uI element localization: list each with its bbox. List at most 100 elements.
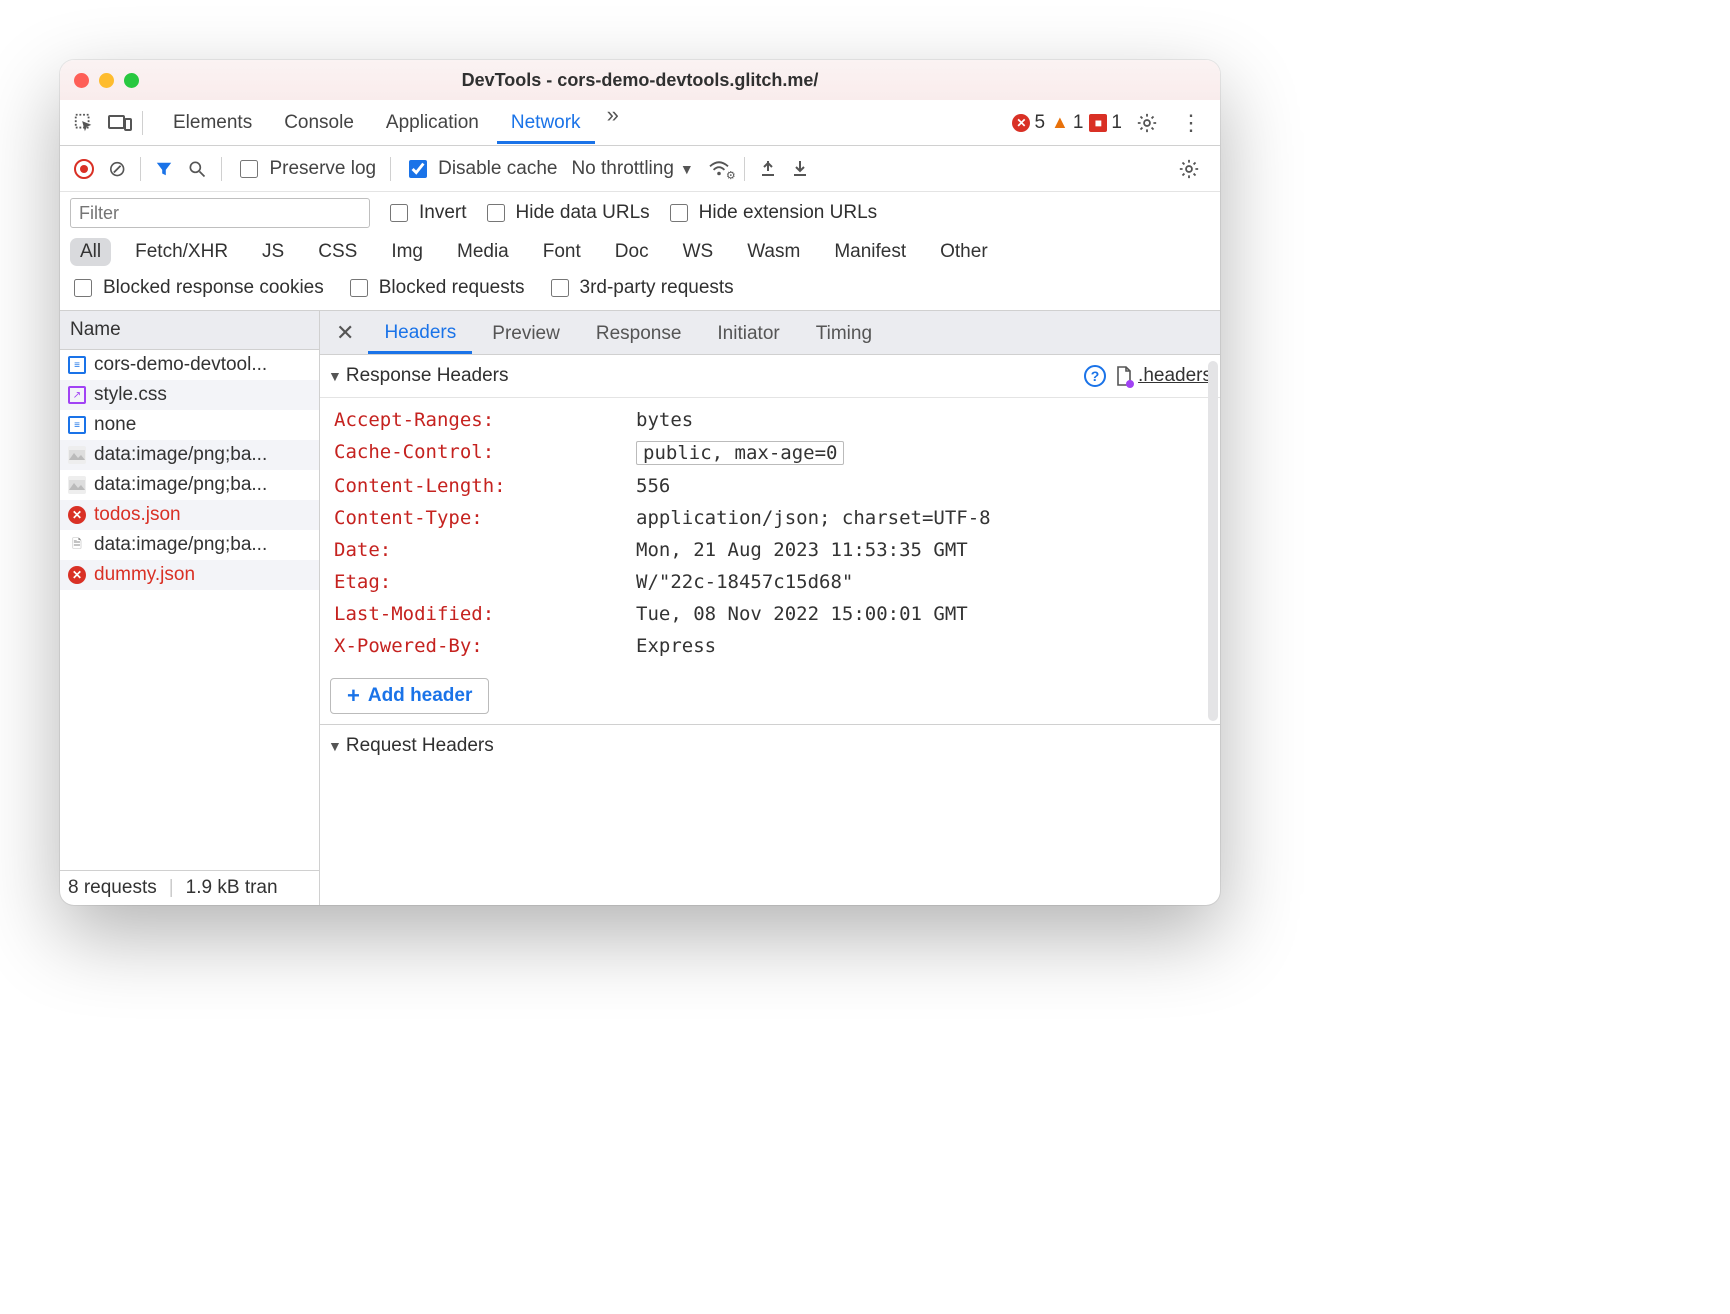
header-row: Accept-Ranges:bytes: [324, 404, 1216, 436]
invert-checkbox[interactable]: Invert: [386, 201, 467, 225]
add-header-button[interactable]: + Add header: [330, 678, 489, 714]
header-value: Mon, 21 Aug 2023 11:53:35 GMT: [636, 539, 968, 561]
window-title: DevTools - cors-demo-devtools.glitch.me/: [60, 70, 1220, 91]
network-settings-icon[interactable]: [1172, 158, 1206, 180]
status-bar: 8 requests | 1.9 kB tran: [60, 870, 319, 905]
chip-all[interactable]: All: [70, 238, 111, 266]
tab-console[interactable]: Console: [270, 102, 368, 144]
img-icon: [68, 476, 86, 494]
header-key: Date:: [334, 539, 624, 561]
dtab-preview[interactable]: Preview: [476, 313, 576, 353]
dtab-response[interactable]: Response: [580, 313, 698, 353]
third-party-checkbox[interactable]: 3rd-party requests: [547, 276, 734, 300]
network-conditions-icon[interactable]: ⚙: [708, 160, 730, 178]
detail-body: ▼ Response Headers ? .headers Accep: [320, 355, 1220, 905]
status-badges: ✕5 ▲1 ■1: [1012, 112, 1122, 134]
chip-fetch-xhr[interactable]: Fetch/XHR: [125, 238, 238, 266]
headers-file-link[interactable]: .headers: [1116, 365, 1212, 387]
detail-tabbar: ✕ Headers Preview Response Initiator Tim…: [320, 311, 1220, 355]
issues-badge[interactable]: ■1: [1089, 112, 1122, 134]
dtab-headers[interactable]: Headers: [368, 312, 472, 354]
dtab-initiator[interactable]: Initiator: [701, 313, 795, 353]
filter-toggle-icon[interactable]: [155, 160, 173, 178]
minimize-window-button[interactable]: [99, 73, 114, 88]
panel-tabbar: Elements Console Application Network » ✕…: [60, 100, 1220, 146]
doc-blue-icon: ≡: [68, 416, 86, 434]
import-har-icon[interactable]: [791, 159, 809, 179]
throttling-select[interactable]: No throttling ▼: [571, 158, 693, 180]
record-button[interactable]: [74, 159, 94, 179]
hide-extension-urls-checkbox[interactable]: Hide extension URLs: [666, 201, 877, 225]
filter-input[interactable]: [70, 198, 370, 228]
blocked-requests-checkbox[interactable]: Blocked requests: [346, 276, 525, 300]
request-row[interactable]: ✕dummy.json: [60, 560, 319, 590]
blocked-cookies-checkbox[interactable]: Blocked response cookies: [70, 276, 324, 300]
header-row: Content-Type:application/json; charset=U…: [324, 502, 1216, 534]
tab-elements[interactable]: Elements: [159, 102, 266, 144]
request-name: data:image/png;ba...: [94, 534, 267, 556]
traffic-lights: [74, 73, 139, 88]
chip-img[interactable]: Img: [381, 238, 433, 266]
clear-button[interactable]: ⊘: [108, 156, 126, 182]
chip-css[interactable]: CSS: [308, 238, 367, 266]
request-row[interactable]: data:image/png;ba...: [60, 470, 319, 500]
section-title: Request Headers: [346, 735, 494, 757]
divider: [744, 157, 745, 181]
header-value: application/json; charset=UTF-8: [636, 507, 991, 529]
more-tabs-icon[interactable]: »: [599, 102, 627, 144]
chip-other[interactable]: Other: [930, 238, 998, 266]
inspect-icon[interactable]: [70, 112, 98, 134]
close-window-button[interactable]: [74, 73, 89, 88]
hide-data-urls-checkbox[interactable]: Hide data URLs: [483, 201, 650, 225]
chip-doc[interactable]: Doc: [605, 238, 659, 266]
disclosure-triangle-icon: ▼: [328, 738, 342, 754]
header-value: Tue, 08 Nov 2022 15:00:01 GMT: [636, 603, 968, 625]
request-name: cors-demo-devtool...: [94, 354, 267, 376]
request-name: none: [94, 414, 136, 436]
header-value: Express: [636, 635, 716, 657]
chip-manifest[interactable]: Manifest: [824, 238, 916, 266]
disclosure-triangle-icon: ▼: [328, 368, 342, 384]
header-key: X-Powered-By:: [334, 635, 624, 657]
export-har-icon[interactable]: [759, 159, 777, 179]
search-icon[interactable]: [187, 159, 207, 179]
blocked-filters-row: Blocked response cookies Blocked request…: [60, 272, 1220, 311]
divider: [390, 157, 391, 181]
preserve-log-checkbox[interactable]: Preserve log: [236, 157, 376, 181]
maximize-window-button[interactable]: [124, 73, 139, 88]
device-toggle-icon[interactable]: [106, 113, 134, 133]
close-icon[interactable]: ✕: [326, 320, 364, 346]
doc-css-icon: ↗: [68, 386, 86, 404]
header-value[interactable]: public, max-age=0: [636, 441, 844, 465]
warnings-badge[interactable]: ▲1: [1051, 112, 1083, 134]
divider: [221, 157, 222, 181]
name-column-header[interactable]: Name: [60, 311, 319, 350]
request-row[interactable]: ≡cors-demo-devtool...: [60, 350, 319, 380]
settings-icon[interactable]: [1130, 112, 1164, 134]
disable-cache-checkbox[interactable]: Disable cache: [405, 157, 557, 181]
chip-wasm[interactable]: Wasm: [737, 238, 810, 266]
response-headers-section[interactable]: ▼ Response Headers ? .headers: [320, 355, 1220, 398]
chip-media[interactable]: Media: [447, 238, 519, 266]
request-row[interactable]: ≡ none: [60, 410, 319, 440]
chip-js[interactable]: JS: [252, 238, 294, 266]
request-row[interactable]: data:image/png;ba...: [60, 440, 319, 470]
request-list: ≡cors-demo-devtool...↗style.css ≡ none data…: [60, 350, 319, 870]
request-headers-section[interactable]: ▼ Request Headers: [320, 724, 1220, 767]
header-row: Date: Mon, 21 Aug 2023 11:53:35 GMT: [324, 534, 1216, 566]
help-icon[interactable]: ?: [1084, 365, 1106, 387]
header-key: Content-Length:: [334, 475, 624, 497]
more-menu-icon[interactable]: ⋮: [1172, 110, 1210, 136]
chip-font[interactable]: Font: [533, 238, 591, 266]
devtools-window: DevTools - cors-demo-devtools.glitch.me/…: [60, 60, 1220, 905]
errors-badge[interactable]: ✕5: [1012, 112, 1045, 134]
header-key: Accept-Ranges:: [334, 409, 624, 431]
request-row[interactable]: ✕todos.json: [60, 500, 319, 530]
dtab-timing[interactable]: Timing: [800, 313, 888, 353]
request-row[interactable]: ↗style.css: [60, 380, 319, 410]
scrollbar[interactable]: [1208, 361, 1218, 721]
tab-application[interactable]: Application: [372, 102, 493, 144]
tab-network[interactable]: Network: [497, 102, 595, 144]
chip-ws[interactable]: WS: [673, 238, 724, 266]
request-row[interactable]: 🗎data:image/png;ba...: [60, 530, 319, 560]
